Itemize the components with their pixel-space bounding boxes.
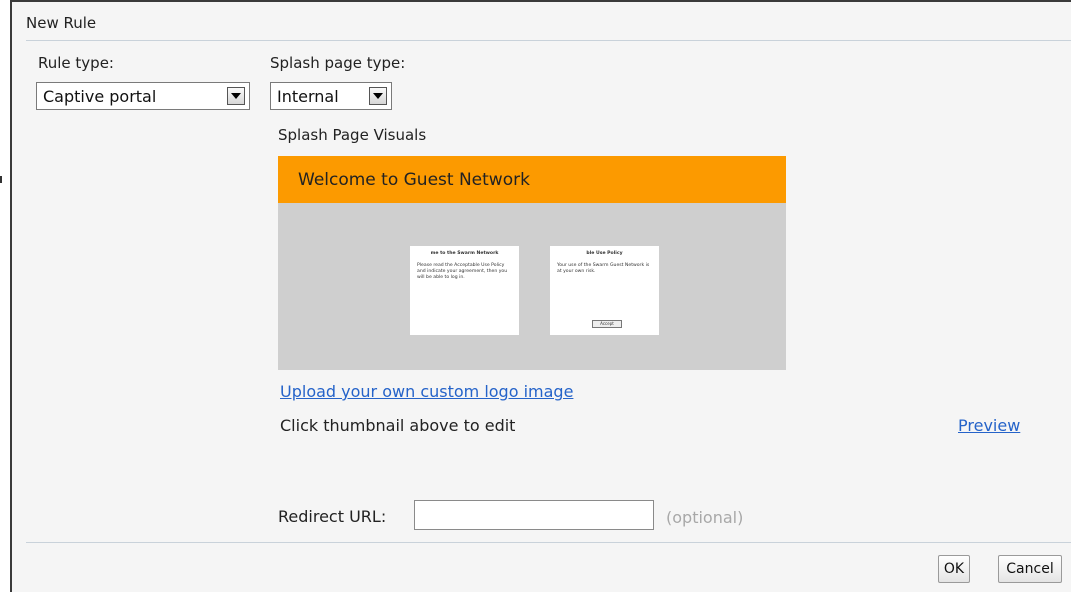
- upload-logo-link[interactable]: Upload your own custom logo image: [280, 382, 573, 401]
- banner-text: Welcome to Guest Network: [298, 169, 530, 190]
- thumbnail-banner: Welcome to Guest Network: [278, 156, 786, 203]
- thumbnail-edit-hint: Click thumbnail above to edit: [280, 416, 516, 435]
- redirect-url-label: Redirect URL:: [278, 507, 387, 526]
- splash-page-type-label: Splash page type:: [270, 54, 406, 72]
- card-title: me to the Swarm Network: [430, 251, 499, 256]
- chevron-down-icon[interactable]: [369, 87, 387, 105]
- card-body: Please read the Acceptable Use Policy an…: [417, 263, 508, 280]
- splash-page-type-value: Internal: [277, 86, 339, 106]
- optional-note: (optional): [666, 508, 744, 527]
- thumbnail-card-policy: ble Use Policy Your use of the Swarm Gue…: [550, 246, 659, 335]
- redirect-url-input[interactable]: [414, 500, 654, 530]
- card-accept-button: Accept: [592, 320, 622, 328]
- splash-page-type-select[interactable]: Internal: [270, 82, 392, 110]
- footer-divider: [26, 542, 1071, 543]
- thumbnail-card-welcome: me to the Swarm Network Please read the …: [410, 246, 519, 335]
- preview-link[interactable]: Preview: [958, 416, 1020, 435]
- left-edge-mark: [0, 176, 2, 183]
- cancel-button[interactable]: Cancel: [998, 555, 1062, 583]
- dialog-title: New Rule: [26, 14, 97, 32]
- rule-type-value: Captive portal: [43, 86, 157, 106]
- splash-thumbnail[interactable]: Welcome to Guest Network me to the Swarm…: [278, 156, 786, 370]
- title-divider: [26, 40, 1071, 41]
- splash-visuals-heading: Splash Page Visuals: [278, 126, 427, 144]
- rule-type-select[interactable]: Captive portal: [36, 82, 250, 110]
- card-body: Your use of the Swarm Guest Network is a…: [557, 263, 650, 274]
- ok-button[interactable]: OK: [938, 555, 970, 583]
- card-title: ble Use Policy: [586, 251, 623, 256]
- rule-type-label: Rule type:: [38, 54, 114, 72]
- new-rule-dialog: New Rule Rule type: Captive portal Splas…: [10, 0, 1071, 592]
- chevron-down-icon[interactable]: [227, 87, 245, 105]
